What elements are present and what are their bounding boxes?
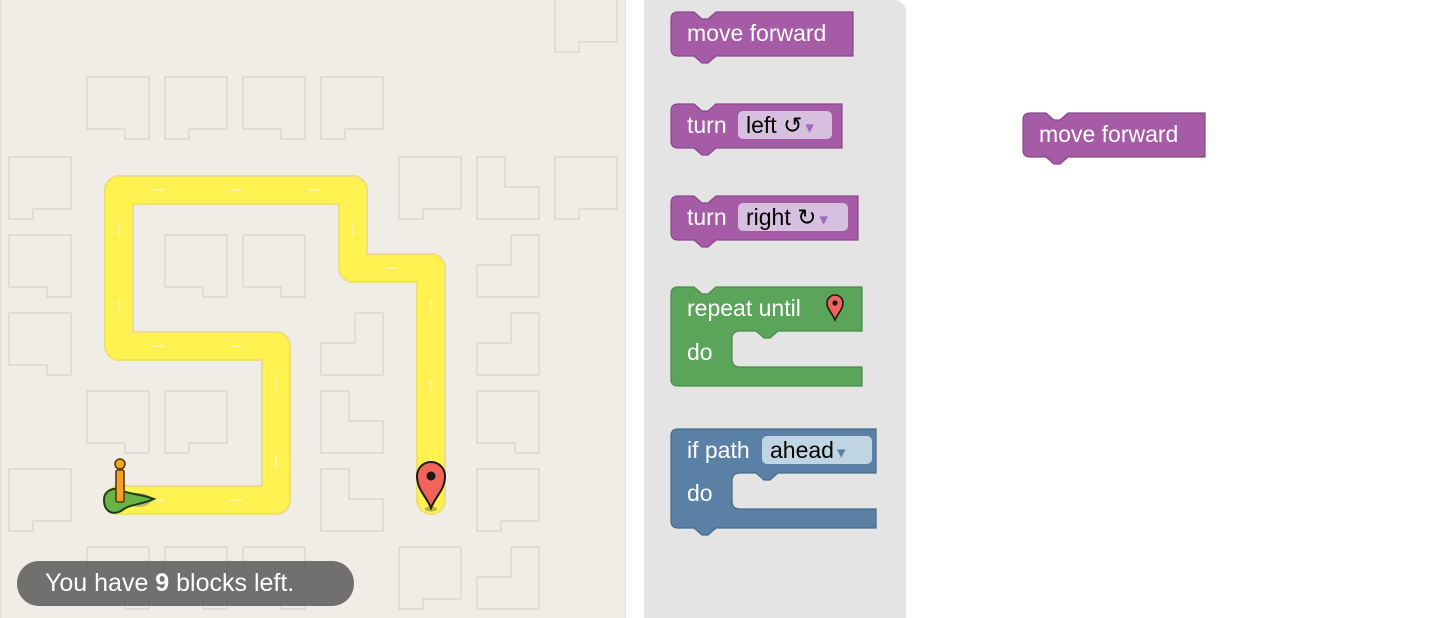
maze-canvas — [8, 0, 618, 610]
toolbox-if-path-block[interactable]: if path ahead ▾ do — [670, 428, 878, 538]
turn-left-direction-dropdown[interactable]: left ↺ ▾ — [738, 111, 832, 139]
dropdown-arrow-icon: ▾ — [819, 210, 828, 229]
turn-right-direction-value: right ↻ — [746, 204, 817, 230]
turn-left-label: turn — [687, 112, 727, 138]
maze-stage: You have 9 blocks left. — [0, 0, 626, 618]
workspace-move-forward-block[interactable]: move forward — [1022, 111, 1208, 165]
blocks-left-count: 9 — [155, 569, 170, 597]
dropdown-arrow-icon: ▾ — [836, 443, 846, 462]
if-path-direction-value: ahead — [770, 437, 834, 463]
blocks-left-counter: You have 9 blocks left. — [17, 561, 354, 606]
toolbox-move-forward-block[interactable]: move forward — [670, 10, 856, 64]
turn-right-direction-dropdown[interactable]: right ↻ ▾ — [738, 203, 848, 231]
block-workspace[interactable]: move forward — [906, 0, 1444, 618]
background-houses — [8, 0, 618, 610]
pin-marker-icon — [826, 294, 844, 322]
if-path-label: if path — [687, 437, 750, 463]
toolbox-repeat-until-block[interactable]: repeat until do — [670, 286, 864, 390]
blocks-left-prefix: You have — [45, 569, 156, 597]
repeat-do-label: do — [687, 339, 713, 365]
if-do-label: do — [687, 480, 713, 506]
turn-left-direction-value: left ↺ — [746, 112, 803, 138]
move-forward-label: move forward — [1039, 121, 1179, 147]
toolbox-turn-left-block[interactable]: turn left ↺ ▾ — [670, 102, 844, 156]
turn-right-label: turn — [687, 204, 727, 230]
move-forward-label: move forward — [687, 20, 827, 46]
repeat-until-label: repeat until — [687, 295, 801, 321]
if-path-direction-dropdown[interactable]: ahead ▾ — [762, 436, 872, 464]
blocks-left-suffix: blocks left. — [169, 569, 295, 597]
block-toolbox: move forward turn left ↺ ▾ turn right ↻ ▾ … — [644, 0, 906, 618]
dropdown-arrow-icon: ▾ — [805, 118, 814, 137]
toolbox-turn-right-block[interactable]: turn right ↻ ▾ — [670, 194, 860, 248]
